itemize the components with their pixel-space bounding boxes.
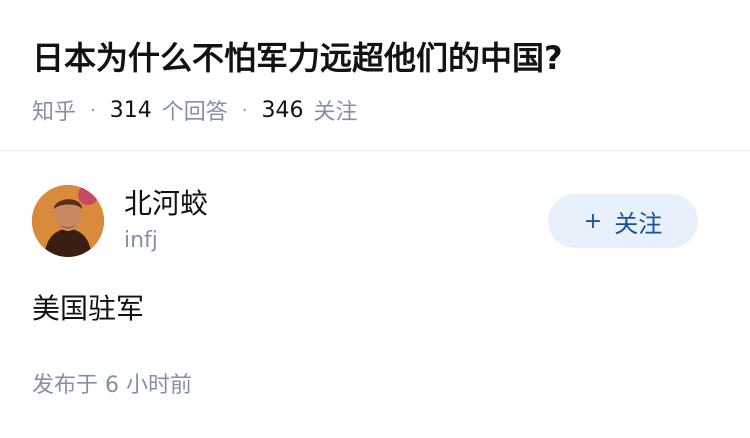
answer-card: 北河蛟 infj + 关注 美国驻军 发布于 6 小时前 <box>0 151 750 438</box>
answer-content[interactable]: 美国驻军 <box>32 289 144 329</box>
follow-button-label: 关注 <box>614 209 663 238</box>
question-title[interactable]: 日本为什么不怕军力远超他们的中国? <box>32 34 563 82</box>
publish-time: 发布于 6 小时前 <box>32 373 192 398</box>
avatar-portrait-icon <box>32 185 104 257</box>
separator-dot: · <box>90 99 96 121</box>
plus-icon: + <box>583 208 603 234</box>
follow-button[interactable]: + 关注 <box>548 194 698 248</box>
answers-count: 314 <box>109 97 152 123</box>
author-name[interactable]: 北河蛟 <box>124 187 208 221</box>
author-bio: infj <box>124 228 158 253</box>
followers-label[interactable]: 关注 <box>314 94 358 126</box>
followers-count: 346 <box>261 97 304 123</box>
answers-label[interactable]: 个回答 <box>162 94 228 126</box>
avatar[interactable] <box>32 185 104 257</box>
question-header: 日本为什么不怕军力远超他们的中国? 知乎 · 314 个回答 · 346 关注 <box>0 0 750 151</box>
question-meta: 知乎 · 314 个回答 · 346 关注 <box>32 94 358 126</box>
source-label[interactable]: 知乎 <box>32 94 76 126</box>
separator-dot: · <box>241 99 248 121</box>
